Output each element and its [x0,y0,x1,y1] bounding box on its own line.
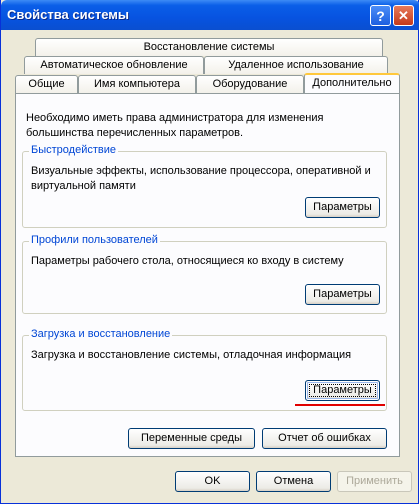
tab-advanced[interactable]: Дополнительно [304,73,400,93]
user-profiles-group-title: Профили пользователей [29,234,160,246]
apply-button[interactable]: Применить [337,471,412,492]
environment-variables-button[interactable]: Переменные среды [128,428,255,449]
title-bar[interactable]: Свойства системы ? ✕ [1,0,419,30]
ok-button[interactable]: OK [175,471,250,492]
startup-recovery-description: Загрузка и восстановление системы, отлад… [31,349,352,361]
user-profiles-settings-button[interactable]: Параметры [305,284,380,305]
close-button[interactable]: ✕ [393,5,414,26]
tab-remote[interactable]: Удаленное использование [204,56,388,74]
tab-hardware[interactable]: Оборудование [196,75,304,93]
admin-rights-note: Необходимо иметь права администратора дл… [26,112,324,139]
performance-description: Визуальные эффекты, использование процес… [31,165,371,192]
user-profiles-description: Параметры рабочего стола, относящиеся ко… [31,255,344,267]
performance-group-title: Быстродействие [29,144,118,156]
performance-settings-button[interactable]: Параметры [305,197,380,218]
tab-automatic-updates[interactable]: Автоматическое обновление [24,56,204,74]
system-properties-window: Свойства системы ? ✕ Восстановление сист… [0,0,419,504]
startup-recovery-group-title: Загрузка и восстановление [29,328,173,340]
tab-general[interactable]: Общие [15,75,78,93]
tab-system-restore[interactable]: Восстановление системы [35,38,383,56]
close-icon: ✕ [398,7,409,23]
startup-recovery-settings-button[interactable]: Параметры [305,380,380,401]
window-title: Свойства системы [7,7,129,22]
performance-group: Быстродействие Визуальные эффекты, испол… [22,144,387,228]
cancel-button[interactable]: Отмена [256,471,331,492]
tab-computer-name[interactable]: Имя компьютера [78,75,196,93]
tab-page-advanced: Необходимо иметь права администратора дл… [15,93,400,457]
error-reporting-button[interactable]: Отчет об ошибках [262,428,387,449]
help-icon: ? [376,7,385,24]
red-underline-annotation [295,404,385,406]
user-profiles-group: Профили пользователей Параметры рабочего… [22,234,387,314]
startup-recovery-group: Загрузка и восстановление Загрузка и вос… [22,328,387,411]
help-button[interactable]: ? [370,5,391,26]
